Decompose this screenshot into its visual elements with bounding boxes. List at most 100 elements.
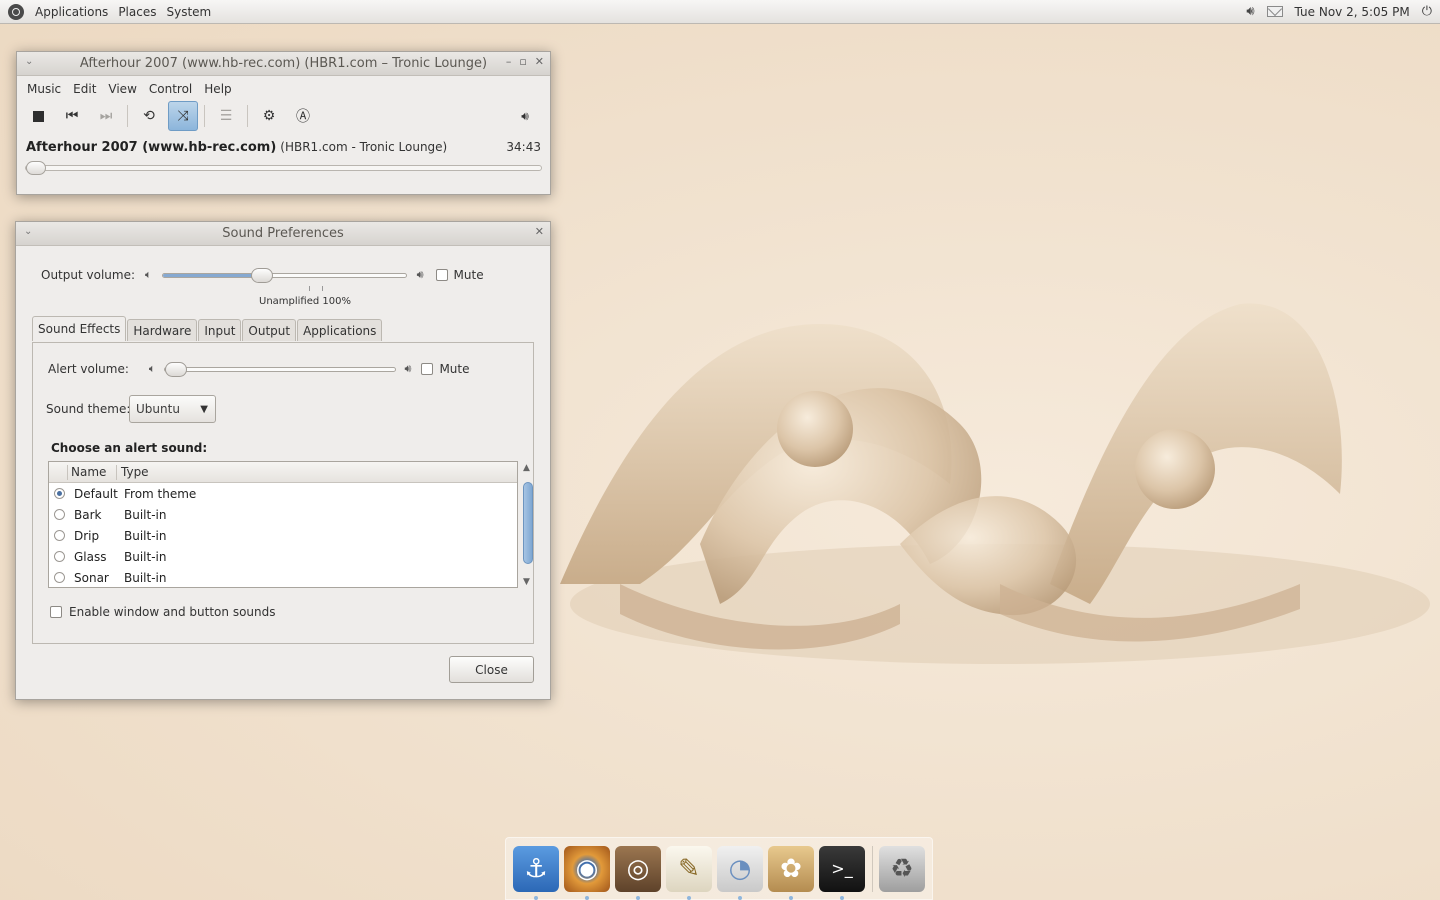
scale-tick [309,286,310,291]
music-player-title: Afterhour 2007 (www.hb-rec.com) (HBR1.co… [79,56,488,71]
window-menu-icon[interactable]: ⌄ [25,56,33,67]
minimize-icon[interactable]: – [506,55,512,68]
music-player-window: ⌄ Afterhour 2007 (www.hb-rec.com) (HBR1.… [16,51,551,195]
alert-volume-handle[interactable] [164,361,187,377]
speaker-icon[interactable]: ◎ [615,845,661,900]
alert-radio[interactable] [54,551,65,562]
repeat-button[interactable]: ⟲ [134,101,164,131]
sound-preferences-titlebar[interactable]: ⌄ Sound Preferences ✕ [16,222,550,246]
radio-button[interactable]: Ⓐ [288,101,318,131]
alert-radio[interactable] [54,488,65,499]
enable-sounds-checkbox[interactable] [50,606,62,618]
list-item[interactable]: Sonar Built-in [49,567,504,588]
seek-bar[interactable] [25,161,542,175]
alert-radio[interactable] [54,572,65,583]
sound-theme-label: Sound theme: [46,402,131,416]
volume-low-icon: 🔈︎ [148,362,156,375]
alert-type: Built-in [124,549,167,564]
previous-button[interactable]: ⏮ [57,101,87,131]
eye-icon[interactable]: ◉ [564,845,610,900]
sound-theme-select[interactable]: Ubuntu ▼ [129,395,216,423]
sound-theme-value: Ubuntu [136,402,180,416]
close-icon[interactable]: ✕ [535,225,544,238]
tab-input[interactable]: Input [198,319,242,341]
music-player-titlebar[interactable]: ⌄ Afterhour 2007 (www.hb-rec.com) (HBR1.… [17,52,550,76]
previous-icon: ⏮ [65,108,79,124]
tab-output[interactable]: Output [242,319,297,341]
panel-menu-system[interactable]: System [161,5,216,19]
paint-icon[interactable]: ✿ [768,845,814,900]
preferences-button[interactable]: ⚙ [254,101,284,131]
terminal-icon[interactable]: >_ [819,845,865,900]
alert-radio[interactable] [54,509,65,520]
power-icon[interactable]: ⏻ [1422,4,1432,19]
alert-radio[interactable] [54,530,65,541]
list-item[interactable]: Drip Built-in [49,525,504,546]
trash-icon[interactable]: ♻ [879,845,925,892]
alert-type: Built-in [124,507,167,522]
next-button[interactable]: ⏭ [91,101,121,131]
toolbar-separator [204,105,205,127]
list-item[interactable]: Bark Built-in [49,504,504,525]
menu-edit[interactable]: Edit [67,82,102,96]
ubuntu-logo-icon[interactable] [8,3,24,20]
maximize-icon[interactable]: ▫ [519,55,526,68]
output-mute-checkbox[interactable] [435,269,448,281]
enable-sounds-row: Enable window and button sounds [50,605,276,619]
music-player-toolbar: ⏮ ⏭ ⟲ ⤨ ☰ ⚙ Ⓐ 🔊︎ [17,98,550,134]
column-name[interactable]: Name [71,465,106,479]
window-menu-icon[interactable]: ⌄ [24,226,32,237]
running-indicator [636,895,640,900]
alert-mute-checkbox[interactable] [421,363,434,375]
alert-name: Drip [74,528,100,543]
running-indicator [789,895,793,900]
sound-preferences-window: ⌄ Sound Preferences ✕ Output volume: 🔈︎ … [15,221,551,700]
alert-name: Default [74,486,118,501]
playlist-button[interactable]: ☰ [211,101,241,131]
alert-type: Built-in [124,528,167,543]
text-editor-icon[interactable]: ✎ [666,845,712,900]
scroll-thumb[interactable] [523,482,533,564]
clock[interactable]: Tue Nov 2, 5:05 PM [1295,5,1410,19]
menu-music[interactable]: Music [21,82,67,96]
menu-help[interactable]: Help [198,82,237,96]
dropdown-arrow-icon: ▼ [200,403,208,415]
song-time: 34:43 [506,140,541,154]
toolbar-separator [127,105,128,127]
seek-handle[interactable] [26,161,46,175]
menu-control[interactable]: Control [143,82,198,96]
stop-button[interactable] [23,101,53,131]
list-item[interactable]: Default From theme [49,483,504,504]
sound-preferences-title: Sound Preferences [222,226,344,241]
tab-applications[interactable]: Applications [297,319,383,341]
scroll-up-icon[interactable]: ▲ [523,463,530,473]
anchor-icon[interactable]: ⚓ [513,845,559,900]
list-scrollbar[interactable]: ▲ ▼ [521,462,535,587]
close-button[interactable]: Close [449,656,534,683]
output-volume-slider[interactable] [161,267,407,283]
disk-icon[interactable]: ◔ [717,845,763,900]
tab-strip: Sound Effects Hardware Input Output Appl… [32,316,383,341]
alert-type: Built-in [124,570,167,585]
music-player-menubar: Music Edit View Control Help [17,76,550,98]
panel-menu-places[interactable]: Places [113,5,161,19]
dock: ⚓ ◉ ◎ ✎ ◔ ✿ >_ ♻ [505,837,933,900]
shuffle-button[interactable]: ⤨ [168,101,198,131]
scale-tick [322,286,323,291]
output-volume-handle[interactable] [251,267,274,283]
column-type[interactable]: Type [121,465,149,479]
scroll-down-icon[interactable]: ▼ [523,577,530,587]
panel-menu-applications[interactable]: Applications [30,5,113,19]
tab-hardware[interactable]: Hardware [127,319,198,341]
mail-icon[interactable] [1266,6,1283,17]
running-indicator [840,895,844,900]
header-divider [67,465,68,480]
close-icon[interactable]: ✕ [535,55,544,68]
player-volume-button[interactable]: 🔊︎ [510,101,540,131]
volume-icon[interactable]: 🔊︎ [1246,4,1254,19]
menu-view[interactable]: View [102,82,142,96]
alert-volume-slider[interactable] [163,361,396,377]
list-item[interactable]: Glass Built-in [49,546,504,567]
tab-sound-effects[interactable]: Sound Effects [32,316,127,341]
next-icon: ⏭ [99,108,113,124]
